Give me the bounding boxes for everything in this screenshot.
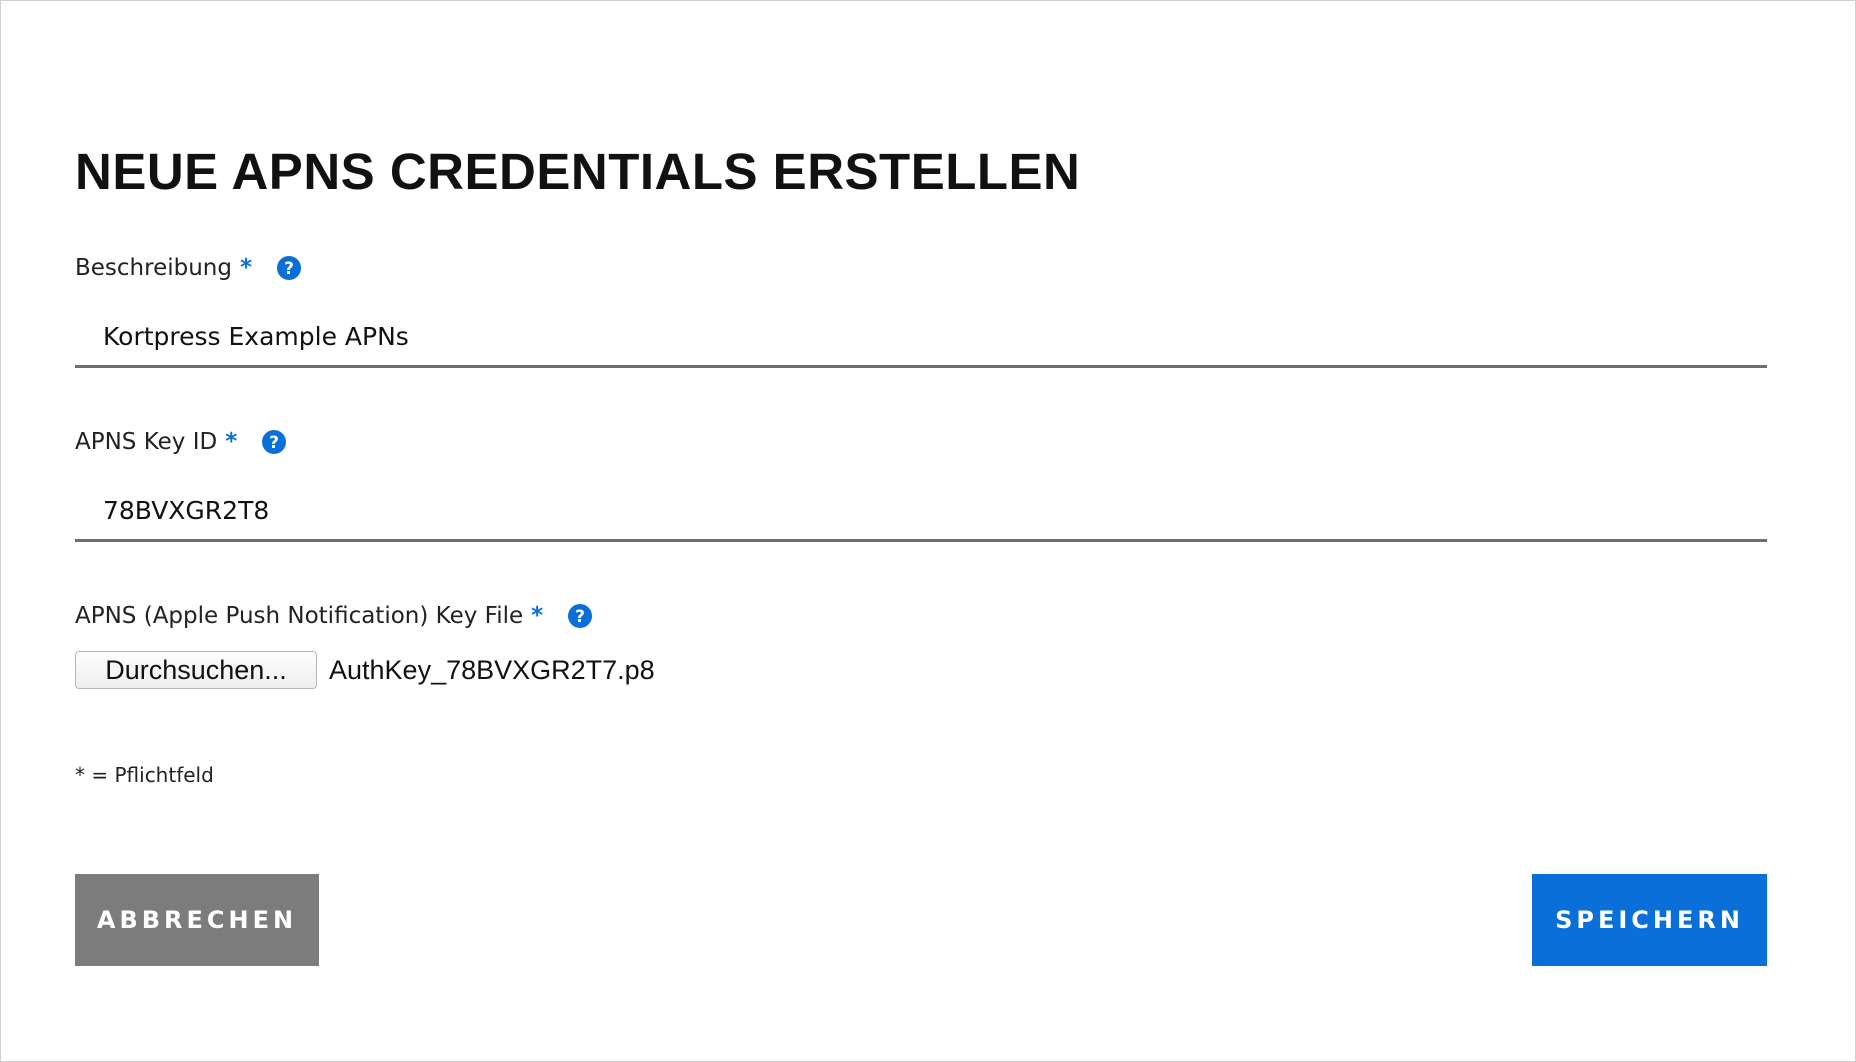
required-marker: *: [225, 429, 238, 455]
svg-text:?: ?: [269, 433, 279, 453]
required-note: * = Pflichtfeld: [75, 763, 214, 787]
svg-text:?: ?: [575, 607, 585, 627]
save-button[interactable]: SPEICHERN: [1532, 874, 1767, 966]
description-label: Beschreibung: [75, 255, 232, 281]
help-icon[interactable]: ?: [567, 603, 593, 629]
key-file-label: APNS (Apple Push Notification) Key File: [75, 603, 524, 629]
selected-file-name: AuthKey_78BVXGR2T7.p8: [329, 654, 655, 685]
help-icon[interactable]: ?: [261, 429, 287, 455]
required-marker: *: [531, 603, 544, 629]
dialog-frame: NEUE APNS CREDENTIALS ERSTELLEN Beschrei…: [0, 0, 1856, 1062]
key-id-label: APNS Key ID: [75, 429, 218, 455]
required-marker: *: [239, 255, 253, 281]
svg-text:?: ?: [284, 259, 294, 279]
file-picker: Durchsuchen... AuthKey_78BVXGR2T7.p8: [75, 651, 655, 689]
page-title: NEUE APNS CREDENTIALS ERSTELLEN: [75, 143, 1081, 200]
key-id-label-row: APNS Key ID * ?: [75, 425, 287, 459]
help-icon[interactable]: ?: [276, 255, 302, 281]
key-file-label-row: APNS (Apple Push Notification) Key File …: [75, 599, 593, 633]
browse-button[interactable]: Durchsuchen...: [75, 651, 317, 689]
description-label-row: Beschreibung * ?: [75, 251, 302, 285]
description-input[interactable]: [75, 308, 1767, 368]
cancel-button[interactable]: ABBRECHEN: [75, 874, 319, 966]
key-id-input[interactable]: [75, 482, 1767, 542]
